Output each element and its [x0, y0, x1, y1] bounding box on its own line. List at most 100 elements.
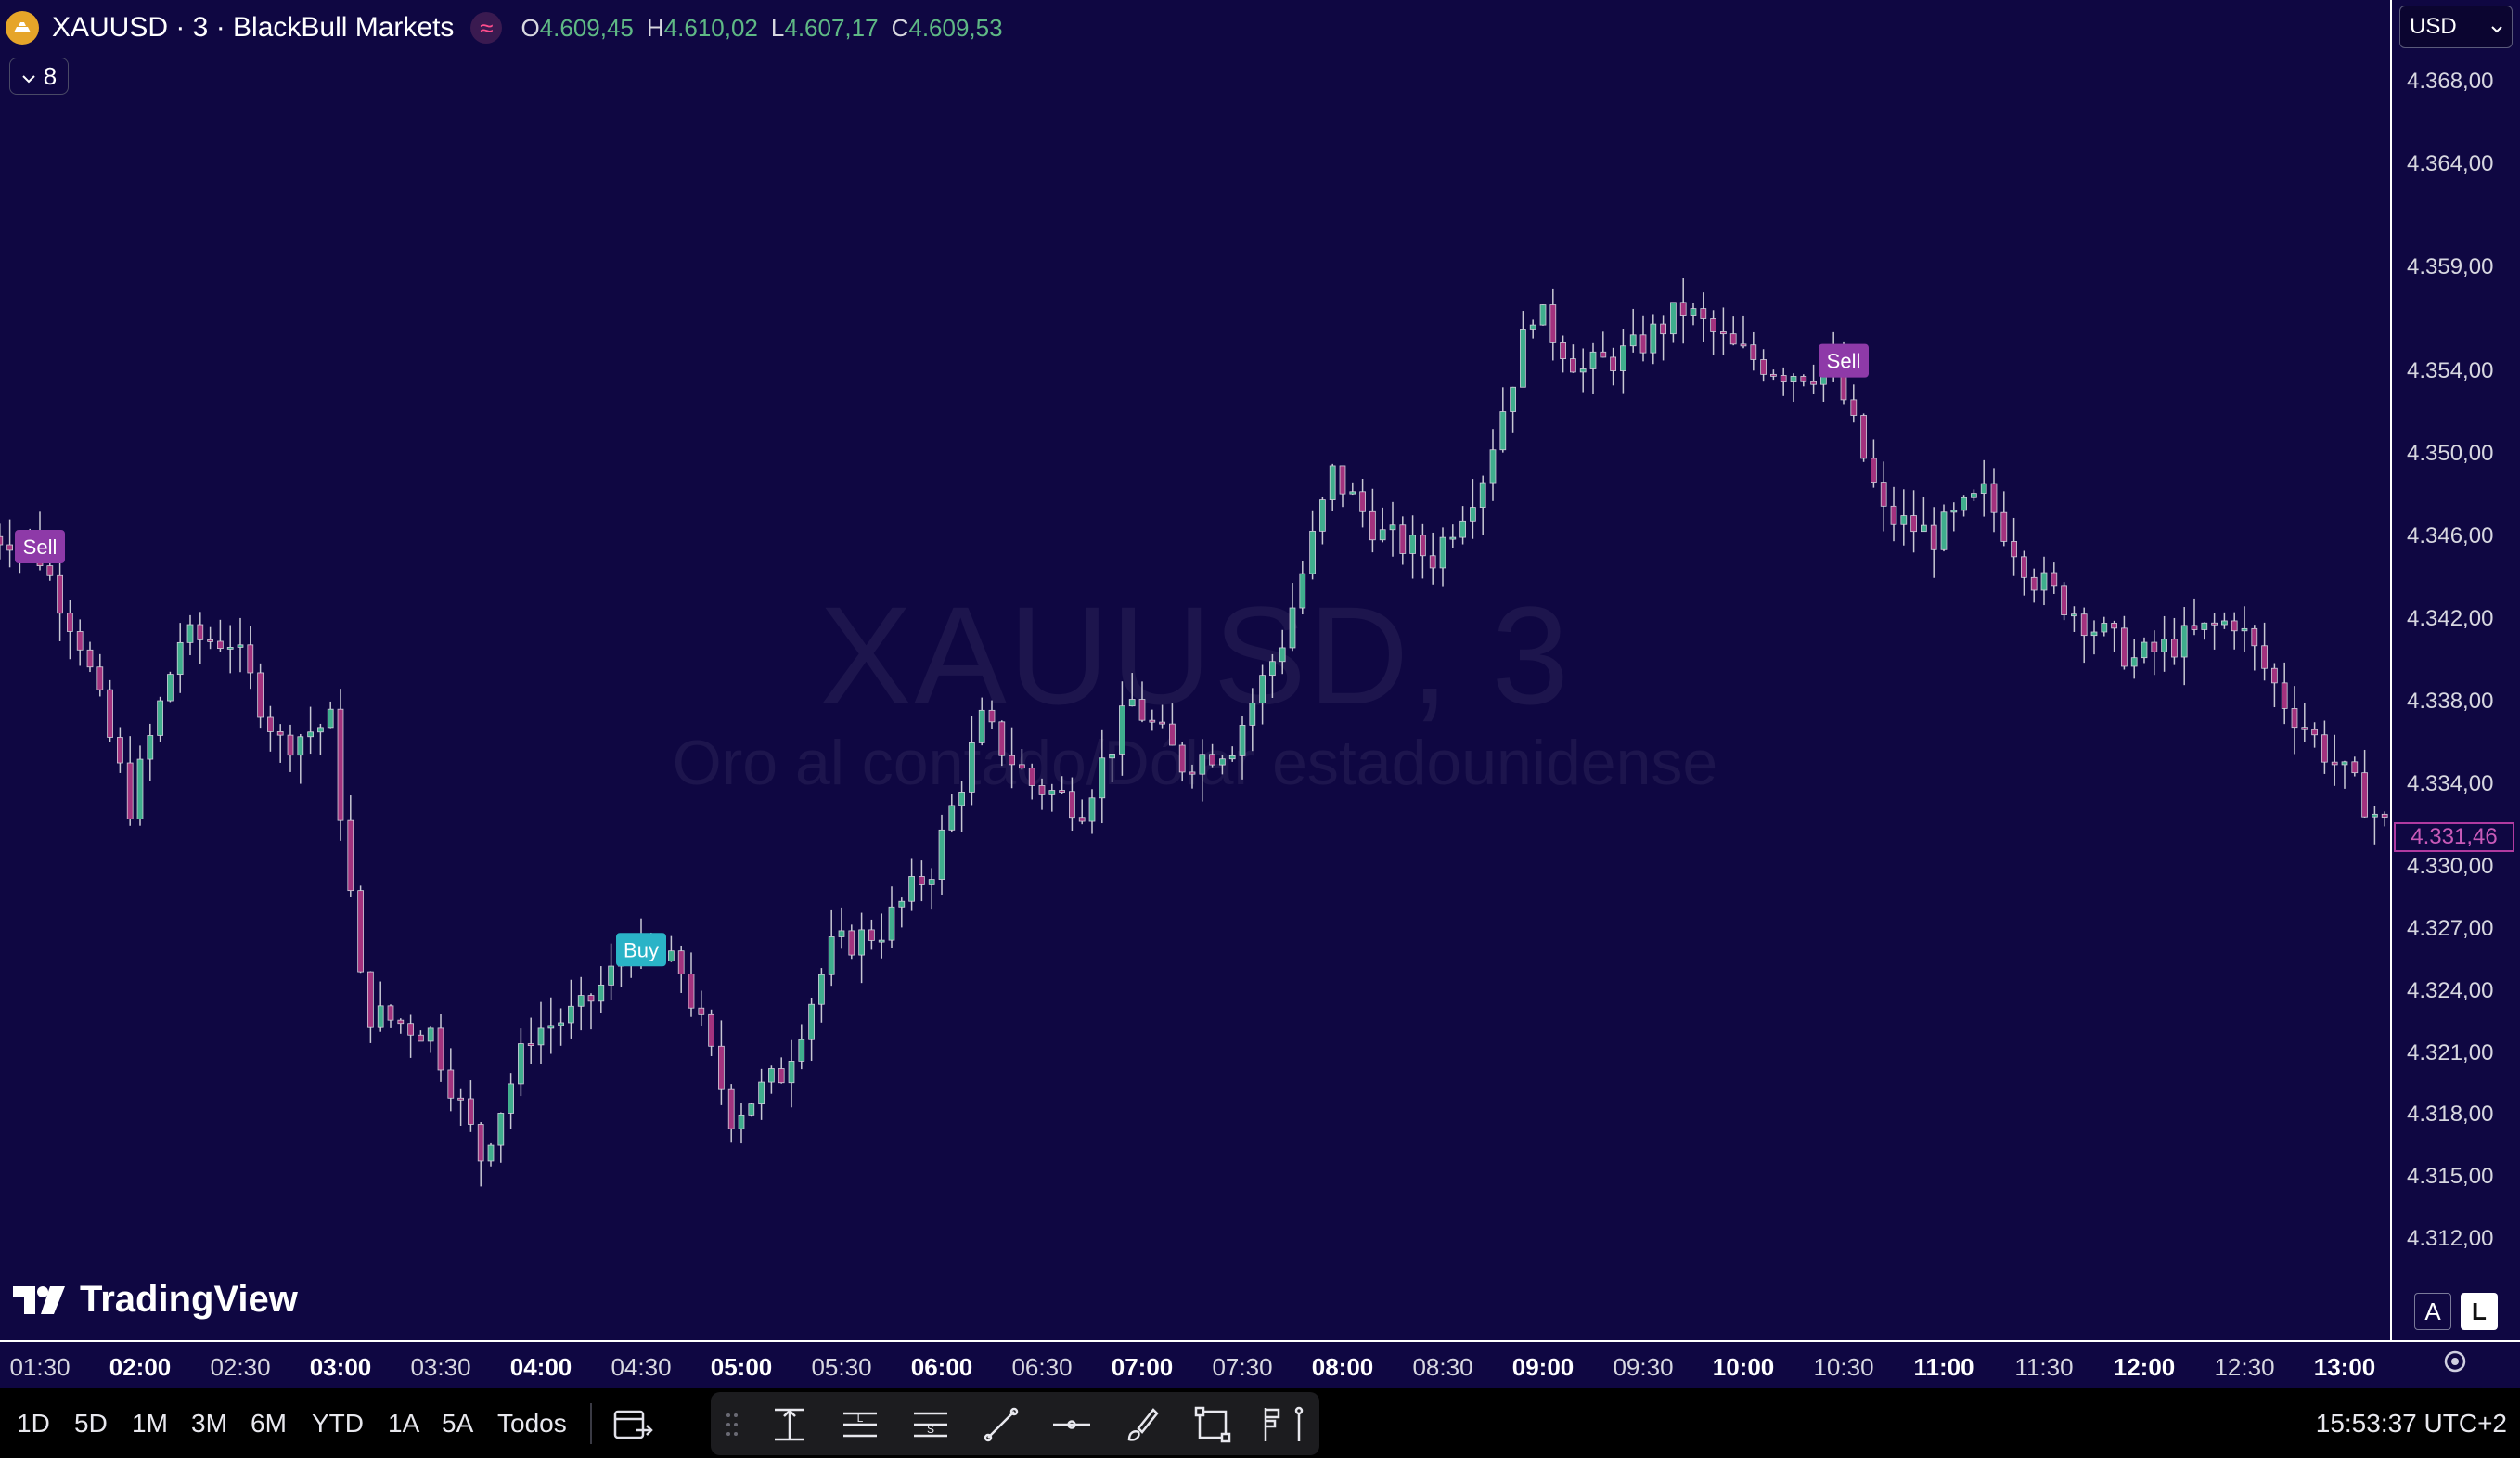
range-button-todos[interactable]: Todos: [497, 1409, 567, 1439]
candle-body: [497, 1113, 505, 1146]
candle-body: [167, 674, 174, 702]
candle: [518, 1028, 524, 1097]
candle: [2201, 622, 2208, 640]
candle-body: [357, 890, 364, 973]
candle-body: [558, 1022, 564, 1026]
candle: [136, 745, 144, 826]
calendar-icon: [613, 1410, 653, 1439]
candle-body: [677, 950, 685, 974]
candle: [67, 600, 73, 660]
candle: [1690, 303, 1697, 326]
candle-body: [217, 640, 224, 650]
candle-body: [1369, 510, 1376, 541]
symbol-title[interactable]: XAUUSD · 3 · BlackBull Markets: [52, 12, 454, 44]
drag-handle-icon[interactable]: [716, 1403, 748, 1446]
candle-body: [978, 709, 985, 743]
candle-body: [878, 939, 885, 943]
candle-body: [988, 709, 996, 723]
clock-timezone[interactable]: 15:53:37 UTC+2: [2316, 1409, 2507, 1439]
auto-scale-button[interactable]: A: [2414, 1293, 2451, 1330]
axis-settings-button[interactable]: [2390, 1340, 2520, 1388]
candle-body: [2141, 641, 2148, 659]
candle-body: [1269, 661, 1276, 677]
candle: [1579, 348, 1587, 393]
candle: [2151, 630, 2158, 676]
candle-body: [1359, 491, 1366, 512]
candle-body: [2000, 511, 2008, 542]
range-button-5a[interactable]: 5A: [442, 1409, 473, 1439]
candle-body: [67, 613, 73, 632]
candle-body: [1499, 411, 1507, 451]
tradingview-logo[interactable]: TradingView: [13, 1279, 298, 1321]
candle: [587, 993, 595, 1030]
long-position-tool-icon[interactable]: L: [839, 1403, 881, 1446]
range-button-ytd[interactable]: YTD: [312, 1409, 364, 1439]
candle-body: [2080, 613, 2088, 637]
indicators-toggle-button[interactable]: 8: [9, 58, 69, 95]
candle-body: [1138, 699, 1146, 721]
candle-body: [1389, 524, 1396, 531]
rectangle-tool-icon[interactable]: [1191, 1403, 1234, 1446]
candle: [387, 1004, 394, 1028]
candle: [1159, 704, 1165, 729]
candle: [727, 1084, 735, 1143]
annotation-tools-icon[interactable]: [1258, 1403, 1314, 1446]
candle: [1679, 277, 1687, 344]
candle: [2271, 663, 2278, 708]
range-button-6m[interactable]: 6M: [251, 1409, 287, 1439]
candle-body: [126, 762, 134, 819]
sell-signal-marker[interactable]: Sell: [1819, 343, 1869, 378]
candle-body: [1850, 399, 1858, 416]
short-position-tool-icon[interactable]: S: [909, 1403, 952, 1446]
horizontal-ray-tool-icon[interactable]: [1050, 1403, 1093, 1446]
currency-select[interactable]: USD: [2399, 6, 2513, 48]
buy-signal-marker[interactable]: Buy: [616, 933, 666, 967]
candle-body: [2372, 813, 2378, 818]
candle-body: [1890, 505, 1897, 525]
go-to-date-button[interactable]: [612, 1406, 655, 1443]
candle: [2030, 568, 2038, 603]
price-range-tool-icon[interactable]: [768, 1403, 811, 1446]
candle: [157, 696, 163, 742]
candle: [2331, 734, 2338, 786]
candle-body: [568, 1005, 574, 1024]
candle: [76, 619, 84, 666]
chart-pane[interactable]: XAUUSD, 3 Oro al contado/Dólar estadouni…: [0, 0, 2390, 1340]
candle: [1409, 515, 1416, 579]
candle-body: [1529, 324, 1536, 330]
range-button-5d[interactable]: 5D: [74, 1409, 108, 1439]
brush-tool-icon[interactable]: [1121, 1403, 1164, 1446]
time-tick-label: 07:30: [1212, 1353, 1273, 1381]
range-button-1m[interactable]: 1M: [132, 1409, 168, 1439]
candle: [1349, 482, 1356, 496]
candle-body: [508, 1083, 514, 1114]
range-button-3m[interactable]: 3M: [191, 1409, 227, 1439]
candle-body: [1399, 524, 1407, 554]
candlestick-chart[interactable]: Sell Buy Sell: [0, 0, 2390, 1340]
candle: [688, 952, 695, 1017]
candle-body: [1710, 318, 1716, 332]
candle-body: [1249, 703, 1256, 726]
candle: [176, 623, 184, 693]
candle: [186, 614, 194, 656]
candle: [317, 723, 324, 755]
candle: [407, 1014, 414, 1058]
candle: [397, 1018, 405, 1034]
range-button-1d[interactable]: 1D: [17, 1409, 50, 1439]
candle: [1810, 364, 1817, 394]
candle-body: [157, 700, 163, 736]
data-status-icon[interactable]: ≈: [470, 12, 503, 44]
price-axis[interactable]: [2390, 0, 2520, 1340]
candle-body: [2161, 639, 2167, 652]
candle-body: [908, 876, 915, 902]
candle: [677, 945, 685, 993]
candle-body: [1961, 497, 1967, 511]
candle: [558, 1008, 564, 1046]
candle-body: [798, 1039, 805, 1062]
candle-body: [1439, 536, 1446, 569]
trend-line-tool-icon[interactable]: [980, 1403, 1022, 1446]
range-button-1a[interactable]: 1A: [388, 1409, 419, 1439]
candle: [1028, 763, 1035, 800]
log-scale-button[interactable]: L: [2461, 1293, 2498, 1330]
sell-signal-marker[interactable]: Sell: [15, 530, 65, 564]
